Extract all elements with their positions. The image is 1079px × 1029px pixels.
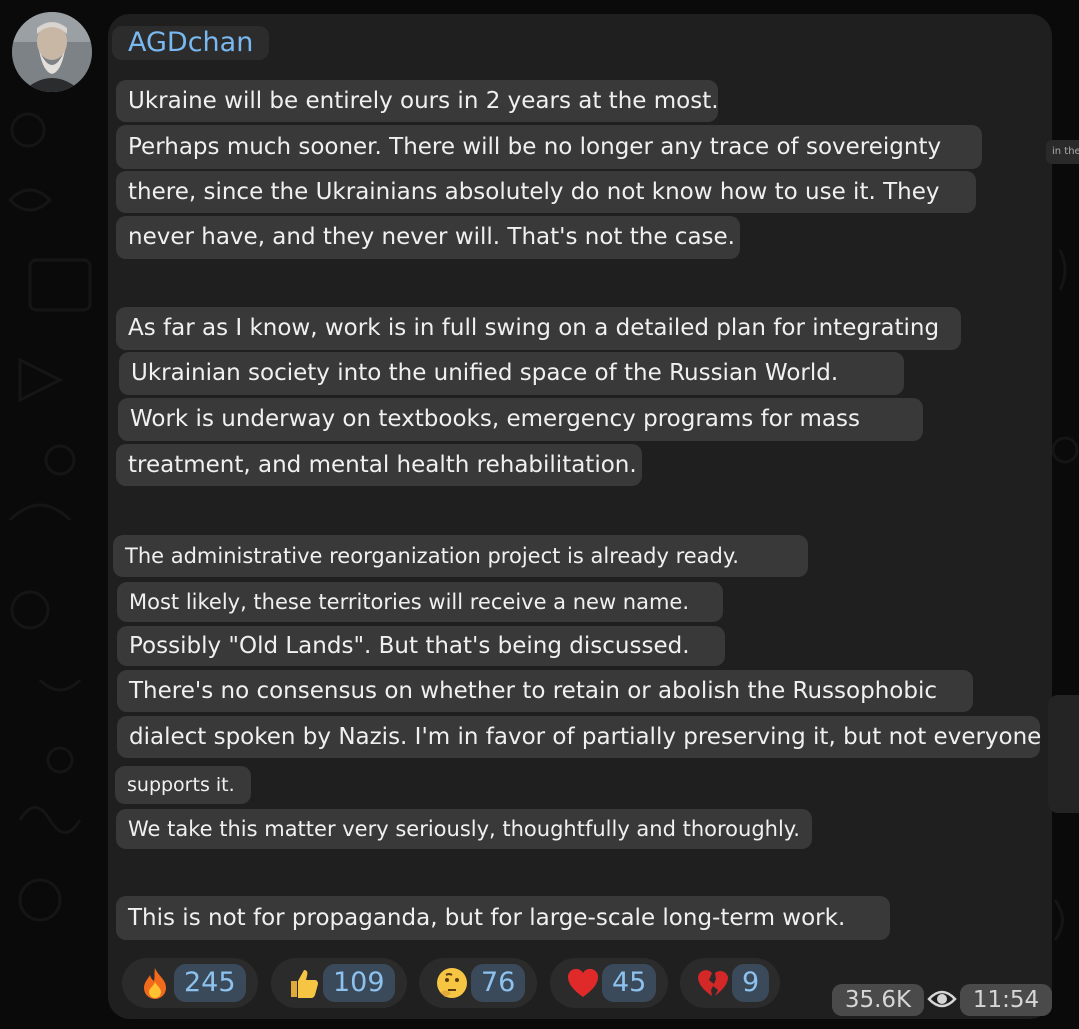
message-line: Ukraine will be entirely ours in 2 years…: [116, 80, 719, 122]
reaction-count: 9: [732, 964, 770, 1002]
reaction-fire[interactable]: 245: [122, 958, 258, 1008]
message-line: There's no consensus on whether to retai…: [117, 670, 973, 712]
reaction-thinking[interactable]: 76: [419, 958, 537, 1008]
message-time: 11:54: [960, 984, 1052, 1016]
message-line: The administrative reorganization projec…: [113, 535, 808, 577]
sender-avatar[interactable]: [12, 12, 92, 92]
view-count: 35.6K: [832, 984, 924, 1016]
eye-icon: [927, 990, 957, 1008]
reaction-count: 76: [471, 964, 526, 1002]
reaction-count: 245: [174, 964, 246, 1002]
broken-heart-icon: [696, 966, 730, 1000]
message-line: there, since the Ukrainians absolutely d…: [116, 171, 976, 213]
message-line: Possibly "Old Lands". But that's being d…: [117, 626, 725, 666]
reaction-broken-heart[interactable]: 9: [680, 958, 780, 1008]
reaction-count: 109: [323, 964, 395, 1002]
red-heart-icon: [566, 966, 600, 1000]
reaction-thumbs-up[interactable]: 109: [271, 958, 407, 1008]
message-line: dialect spoken by Nazis. I'm in favor of…: [117, 716, 1041, 758]
message-line: Most likely, these territories will rece…: [117, 582, 723, 622]
message-line: Perhaps much sooner. There will be no lo…: [116, 125, 982, 169]
side-note-fragment: in the: [1046, 140, 1079, 164]
message-line: Ukrainian society into the unified space…: [119, 352, 904, 395]
side-sticker-panel[interactable]: [1048, 695, 1079, 813]
reaction-count: 45: [602, 964, 657, 1002]
message-line: supports it.: [115, 766, 251, 804]
message-line: As far as I know, work is in full swing …: [116, 307, 961, 350]
message-line: We take this matter very seriously, thou…: [116, 809, 812, 849]
message-line: This is not for propaganda, but for larg…: [116, 896, 890, 940]
sender-name[interactable]: AGDchan: [112, 26, 270, 60]
fire-icon: [138, 966, 172, 1000]
reaction-heart[interactable]: 45: [550, 958, 668, 1008]
message-line: treatment, and mental health rehabilitat…: [116, 444, 642, 486]
message-line: never have, and they never will. That's …: [116, 216, 740, 259]
message-line: Work is underway on textbooks, emergency…: [118, 398, 923, 441]
thumbs-up-icon: [287, 966, 321, 1000]
thinking-face-icon: [435, 966, 469, 1000]
avatar-photo: [12, 12, 92, 92]
